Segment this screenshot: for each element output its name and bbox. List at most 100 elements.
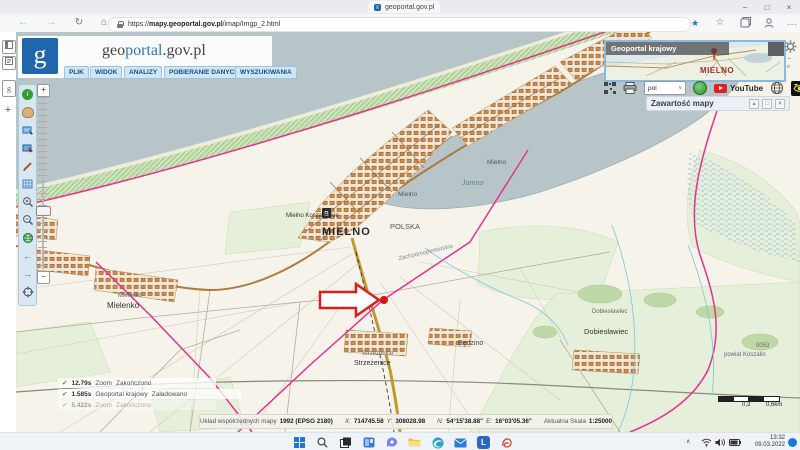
chevron-down-icon: ∨ xyxy=(678,85,682,91)
select-rectangle-button[interactable] xyxy=(21,123,35,137)
close-panel-icon[interactable]: × xyxy=(775,99,785,109)
battery-icon[interactable] xyxy=(728,436,741,449)
measure-tool-button[interactable] xyxy=(21,159,35,173)
previous-view-button[interactable]: ← xyxy=(21,249,35,263)
language-select[interactable]: pol∨ xyxy=(644,81,686,95)
globe-language-icon[interactable] xyxy=(770,81,784,95)
next-view-button[interactable]: → xyxy=(21,267,35,281)
legend-tool-button[interactable] xyxy=(21,177,35,191)
menu-pobieranie-danych[interactable]: POBIERANIE DANYCH xyxy=(164,66,244,79)
grid-icon xyxy=(22,179,33,189)
geoportal-header: g geoportal.gov.pl PLIK WIDOK ANALIZY PO… xyxy=(18,36,272,78)
lock-icon xyxy=(117,21,123,28)
arrow-left-icon: ← xyxy=(23,251,32,261)
menu-wyszukiwania[interactable]: WYSZUKIWANIA xyxy=(235,66,297,79)
screen: g geoportal.gov.pl − □ × ← → ↻ ⌂ https:/… xyxy=(0,0,800,450)
geoportal-viewport: g + xyxy=(0,32,800,432)
chat-icon[interactable] xyxy=(385,436,398,449)
clock-time: 13:32 xyxy=(745,435,785,442)
l-app-icon[interactable]: L xyxy=(477,436,490,449)
overview-map-panel[interactable]: Geoportal krajowy MIELNO xyxy=(604,40,786,82)
menu-widok[interactable]: WIDOK xyxy=(90,66,122,79)
notification-icon[interactable] xyxy=(788,438,797,447)
docked-geoportal-icon[interactable]: g xyxy=(2,80,16,97)
center-map-button[interactable] xyxy=(21,285,35,299)
maximize-button[interactable]: □ xyxy=(756,0,778,14)
identify-tool-button[interactable] xyxy=(21,105,35,119)
task-view-icon[interactable] xyxy=(339,436,352,449)
arrow-right-icon: → xyxy=(23,269,32,279)
settings-gear-icon[interactable] xyxy=(784,40,797,53)
toast-message: ✔ 5.422sZoomZakończono xyxy=(58,400,216,410)
refresh-icon[interactable]: ↻ xyxy=(72,16,86,30)
zoom-slider-minus[interactable]: − xyxy=(37,271,50,284)
browser-navbar: ← → ↻ ⌂ https://mapy.geoportal.gov.pl/im… xyxy=(0,14,800,33)
mail-icon[interactable] xyxy=(454,436,467,449)
back-icon[interactable]: ← xyxy=(16,16,30,30)
collapse-dot-icon[interactable]: o xyxy=(787,64,790,70)
search-icon[interactable] xyxy=(316,436,329,449)
menu-analizy[interactable]: ANALIZY xyxy=(124,66,162,79)
check-icon: ✔ xyxy=(62,379,67,387)
geoportal-logo[interactable]: g xyxy=(22,38,58,74)
zoom-slider-ticks xyxy=(38,97,47,269)
info-tool-button[interactable]: i xyxy=(21,87,35,101)
wifi-icon[interactable] xyxy=(700,436,713,449)
tab-title: geoportal.gov.pl xyxy=(385,4,434,11)
contrast-mode-button[interactable] xyxy=(791,81,800,96)
zoom-slider-handle[interactable] xyxy=(36,206,51,216)
profile-icon[interactable] xyxy=(762,16,776,30)
collections-icon[interactable] xyxy=(738,16,752,30)
contrast-eye-icon xyxy=(793,84,800,93)
pin-panel-icon[interactable]: ▴ xyxy=(749,99,759,109)
youtube-button[interactable]: YouTube xyxy=(714,84,763,93)
overview-title[interactable]: Geoportal krajowy xyxy=(606,42,729,55)
restore-panel-icon[interactable]: □ xyxy=(762,99,772,109)
clock-date: 09.03.2022 xyxy=(745,442,785,449)
coordinates-statusbar: Układ współrzędnych mapy1992 (EPSG 2180)… xyxy=(199,414,613,429)
sketch-app-icon[interactable] xyxy=(500,436,513,449)
zoom-in-tool-button[interactable] xyxy=(21,195,35,209)
document-panel-icon[interactable] xyxy=(2,56,16,70)
url-text: https://mapy.geoportal.gov.pl/imap/Imgp_… xyxy=(128,21,280,28)
windows-taskbar: L ∧ 13:32 09.03.2022 xyxy=(0,432,800,450)
file-explorer-icon[interactable] xyxy=(408,436,421,449)
favorite-star-icon[interactable]: ★ xyxy=(688,16,702,30)
widgets-icon[interactable] xyxy=(362,436,375,449)
overview-corner-tile[interactable] xyxy=(768,42,784,56)
check-icon: ✔ xyxy=(62,390,67,398)
add-panel-icon[interactable]: + xyxy=(2,104,14,116)
map-contents-panel-header[interactable]: Zawartość mapy ▴ □ × xyxy=(646,96,790,111)
taskbar-clock[interactable]: 13:32 09.03.2022 xyxy=(745,435,785,449)
station-marker: B xyxy=(322,208,331,218)
browser-titlebar: g geoportal.gov.pl − □ × xyxy=(0,0,800,15)
add-favorite-icon[interactable]: ☆ xyxy=(713,16,727,30)
full-extent-button[interactable] xyxy=(21,231,35,245)
volume-icon[interactable] xyxy=(714,436,727,449)
qr-icon[interactable] xyxy=(604,82,616,94)
favicon: g xyxy=(374,4,381,11)
toast-message: ✔ 12.79sZoomZakończono xyxy=(58,378,216,388)
address-bar[interactable]: https://mapy.geoportal.gov.pl/imap/Imgp_… xyxy=(108,17,691,32)
selected-point-marker xyxy=(380,296,388,304)
pencil-icon xyxy=(22,161,34,172)
sidebar-panel-icon[interactable] xyxy=(2,40,16,54)
status-green-icon[interactable] xyxy=(693,81,707,95)
collapse-dash-icon[interactable]: − xyxy=(787,56,791,63)
minimize-button[interactable]: − xyxy=(734,0,756,14)
print-icon[interactable] xyxy=(623,82,637,94)
youtube-play-icon xyxy=(714,84,727,93)
browser-tab[interactable]: g geoportal.gov.pl xyxy=(368,1,440,13)
start-button[interactable] xyxy=(293,436,306,449)
forward-icon[interactable]: → xyxy=(44,16,58,30)
select-polygon-button[interactable] xyxy=(21,141,35,155)
zoom-slider-plus[interactable]: + xyxy=(37,84,50,97)
zoom-out-tool-button[interactable] xyxy=(21,213,35,227)
map-options-toolbar: pol∨ YouTube xyxy=(604,80,800,96)
globe-icon xyxy=(22,232,34,244)
tray-chevron-icon[interactable]: ∧ xyxy=(686,438,690,445)
menu-plik[interactable]: PLIK xyxy=(64,66,89,79)
close-button[interactable]: × xyxy=(778,0,800,14)
browser-menu-icon[interactable]: … xyxy=(785,16,799,30)
edge-browser-icon[interactable] xyxy=(431,436,444,449)
